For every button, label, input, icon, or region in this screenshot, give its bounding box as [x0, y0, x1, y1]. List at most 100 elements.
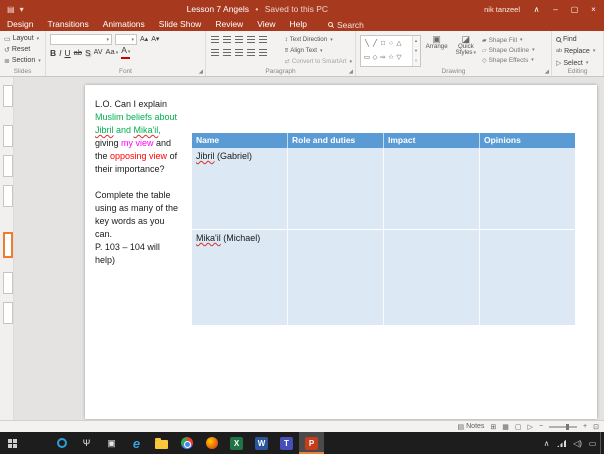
word-icon[interactable]: W	[249, 432, 274, 454]
restore-button[interactable]: ▢	[566, 0, 583, 18]
font-name-combo[interactable]	[50, 34, 112, 45]
table-cell-name[interactable]: Jibril (Gabriel)	[192, 148, 288, 229]
shape-icon[interactable]: ⇨	[379, 51, 387, 65]
shape-icon[interactable]: △	[395, 37, 403, 51]
zoom-slider-thumb[interactable]	[565, 423, 569, 430]
font-size-combo[interactable]	[115, 34, 137, 45]
paragraph-dialog-launcher-icon[interactable]: ◢	[349, 69, 353, 75]
teams-icon[interactable]: T	[274, 432, 299, 454]
shape-outline-button[interactable]: ▱ Shape Outline	[482, 45, 548, 55]
font-color-button[interactable]: A	[121, 46, 131, 59]
action-center-icon[interactable]: ▭	[588, 439, 597, 448]
tab-review[interactable]: Review	[208, 18, 250, 31]
volume-icon[interactable]: ◁)	[573, 439, 582, 448]
drawing-dialog-launcher-icon[interactable]: ◢	[545, 69, 549, 75]
table-cell-empty[interactable]	[288, 148, 384, 229]
align-left-icon[interactable]	[211, 49, 219, 56]
firefox-icon[interactable]	[199, 432, 224, 454]
tab-transitions[interactable]: Transitions	[40, 18, 95, 31]
shrink-font-button[interactable]: A▾	[151, 34, 159, 46]
start-button[interactable]	[0, 432, 25, 454]
show-desktop-button[interactable]	[600, 432, 604, 454]
gallery-more-icon[interactable]: ▿	[415, 58, 417, 64]
numbering-icon[interactable]	[223, 36, 231, 43]
layout-button[interactable]: ▭ Layout	[4, 33, 42, 44]
slide-thumbnail[interactable]	[3, 302, 13, 324]
table-cell-empty[interactable]	[384, 230, 480, 325]
cortana-search-button[interactable]	[49, 432, 74, 454]
line-spacing-icon[interactable]	[259, 36, 267, 43]
zoom-slider[interactable]	[549, 423, 578, 430]
tab-design[interactable]: Design	[0, 18, 40, 31]
slide-sorter-view-button[interactable]: ▦	[502, 423, 509, 431]
ribbon-display-options-icon[interactable]: ∧	[528, 0, 545, 18]
slide-thumbnail[interactable]	[3, 155, 13, 177]
italic-button[interactable]: I	[59, 47, 61, 59]
quick-styles-button[interactable]: ◪ Quick Styles	[453, 33, 479, 66]
table-cell-empty[interactable]	[288, 230, 384, 325]
zoom-in-button[interactable]: +	[583, 423, 587, 430]
shape-icon[interactable]: ╱	[371, 37, 379, 51]
lo-textbox[interactable]: L.O. Can I explain Muslim beliefs about Ji…	[95, 98, 197, 267]
shape-icon[interactable]: ╲	[363, 37, 371, 51]
justify-icon[interactable]	[247, 49, 255, 56]
section-button[interactable]: ≣ Section	[4, 55, 42, 66]
text-direction-button[interactable]: ↕ Text Direction	[285, 34, 352, 45]
shape-icon[interactable]: ○	[363, 65, 371, 66]
gallery-up-icon[interactable]: ▴	[415, 38, 417, 44]
slide-thumbnail[interactable]	[3, 125, 13, 147]
shapes-gallery-scroll[interactable]: ▴ ▾ ▿	[411, 36, 420, 66]
tab-view[interactable]: View	[250, 18, 282, 31]
align-right-icon[interactable]	[235, 49, 243, 56]
slide-table[interactable]: Name Role and duties Impact Opinions Jibril…	[192, 133, 575, 325]
table-cell-empty[interactable]	[384, 148, 480, 229]
shape-icon[interactable]: ▽	[395, 51, 403, 65]
fit-to-window-button[interactable]: ⊡	[593, 423, 599, 431]
slideshow-button[interactable]: ▷	[528, 423, 533, 431]
slide-thumbnail[interactable]	[3, 85, 13, 107]
shape-icon[interactable]: ▭	[363, 51, 371, 65]
quick-access-dropdown-icon[interactable]: ▾	[20, 5, 24, 14]
save-icon[interactable]: ▤	[7, 5, 15, 14]
replace-button[interactable]: ab Replace	[556, 45, 600, 57]
tab-slide-show[interactable]: Slide Show	[152, 18, 209, 31]
shape-fill-button[interactable]: ▰ Shape Fill	[482, 35, 548, 45]
shapes-gallery[interactable]: ╲╱□○△▭◇⇨☆▽○╳ ▴ ▾ ▿	[360, 35, 421, 67]
shape-icon[interactable]: ╳	[371, 65, 379, 66]
gallery-down-icon[interactable]: ▾	[415, 48, 417, 54]
change-case-button[interactable]: Aa	[106, 46, 119, 59]
slide-thumbnail[interactable]	[3, 272, 13, 294]
tab-help[interactable]: Help	[282, 18, 313, 31]
slide-thumbnail[interactable]	[3, 185, 13, 207]
user-name[interactable]: nik tanzeel	[484, 5, 520, 14]
edge-icon[interactable]: e	[124, 432, 149, 454]
microphone-icon[interactable]: Ψ	[74, 432, 99, 454]
slide[interactable]: L.O. Can I explain Muslim beliefs about Ji…	[85, 85, 597, 419]
shape-icon[interactable]: ☆	[387, 51, 395, 65]
find-button[interactable]: Find	[556, 33, 600, 45]
columns-icon[interactable]	[259, 49, 267, 56]
zoom-out-button[interactable]: −	[539, 423, 543, 430]
reset-button[interactable]: ↺ Reset	[4, 44, 42, 55]
underline-button[interactable]: U	[65, 47, 71, 59]
normal-view-button[interactable]: ⊞	[490, 423, 496, 431]
slide-thumbnail-panel[interactable]	[0, 77, 14, 420]
excel-icon[interactable]: X	[224, 432, 249, 454]
file-explorer-icon[interactable]	[149, 432, 174, 454]
table-cell-name[interactable]: Mika'il (Michael)	[192, 230, 288, 325]
shape-icon[interactable]: ○	[387, 37, 395, 51]
bullets-icon[interactable]	[211, 36, 219, 43]
decrease-indent-icon[interactable]	[235, 36, 243, 43]
table-cell-empty[interactable]	[480, 148, 575, 229]
close-button[interactable]: ×	[585, 0, 602, 18]
bold-button[interactable]: B	[50, 47, 56, 59]
table-cell-empty[interactable]	[480, 230, 575, 325]
chrome-icon[interactable]	[174, 432, 199, 454]
align-center-icon[interactable]	[223, 49, 231, 56]
arrange-button[interactable]: ▣ Arrange	[424, 33, 450, 66]
shape-icon[interactable]: ◇	[371, 51, 379, 65]
tab-animations[interactable]: Animations	[96, 18, 152, 31]
task-view-icon[interactable]: ▣	[99, 432, 124, 454]
convert-to-smartart-button[interactable]: ⇄ Convert to SmartArt	[285, 56, 352, 67]
network-icon[interactable]	[557, 439, 567, 447]
